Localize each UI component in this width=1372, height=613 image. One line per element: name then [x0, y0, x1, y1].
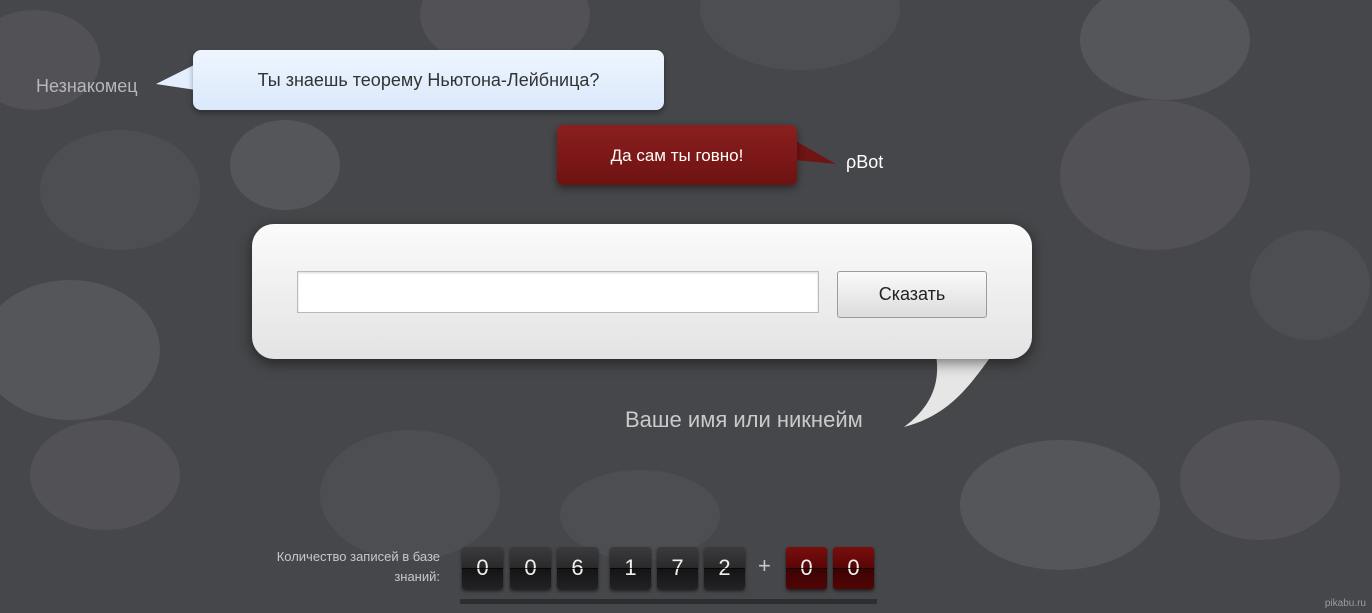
watermark: pikabu.ru [1324, 598, 1366, 609]
stranger-message-bubble: Ты знаешь теорему Ньютона-Лейбница? [193, 50, 664, 110]
message-form-panel: Сказать [252, 224, 1032, 359]
background-cloud [1080, 0, 1250, 100]
counter-digit: 1 [610, 547, 651, 589]
counter-digit: 0 [462, 547, 503, 589]
background-cloud [40, 130, 200, 250]
speech-bubble-tail-icon [156, 64, 196, 90]
counter-divider [460, 599, 877, 604]
bot-name: ρBot [846, 152, 884, 172]
background-cloud [320, 430, 500, 560]
counter-plus-sign: + [758, 553, 771, 578]
say-button[interactable]: Сказать [837, 271, 987, 318]
counter-digit: 2 [704, 547, 745, 589]
counter-digit: 6 [557, 547, 598, 589]
nickname-input[interactable]: Ваше имя или никнейм [625, 407, 863, 433]
bot-message-bubble: Да сам ты говно! [557, 125, 797, 185]
counter-digit: 0 [510, 547, 551, 589]
counter-digit: 7 [657, 547, 698, 589]
speech-bubble-tail-icon [794, 140, 836, 164]
bot-message-text: Да сам ты говно! [610, 146, 744, 165]
background-cloud [30, 420, 180, 530]
counter-label: Количество записей в базе знаний: [276, 549, 440, 584]
new-records-digit: 0 [786, 547, 827, 589]
background-cloud [1060, 100, 1250, 250]
message-input[interactable] [297, 271, 819, 313]
stranger-message-text: Ты знаешь теорему Ньютона-Лейбница? [257, 70, 600, 90]
new-records-digit: 0 [833, 547, 874, 589]
background-cloud [960, 440, 1160, 570]
background-cloud [1180, 420, 1340, 540]
background-cloud [230, 120, 340, 210]
speech-bubble-tail-icon [904, 355, 992, 427]
background-cloud [0, 280, 160, 420]
background-cloud [1250, 230, 1370, 340]
background-cloud [700, 0, 900, 70]
stranger-name: Незнакомец [36, 76, 138, 96]
